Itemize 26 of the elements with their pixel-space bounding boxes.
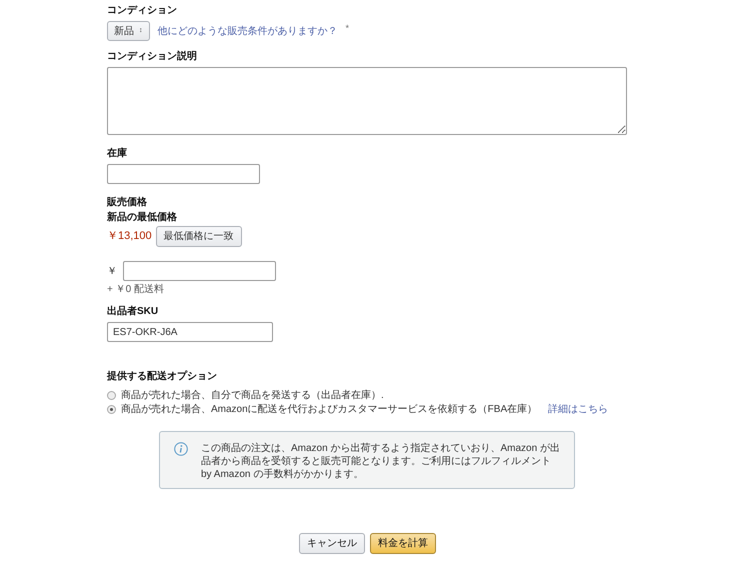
radio-label: 商品が売れた場合、Amazonに配送を代行およびカスタマーサービスを依頼する（FBA在庫） [121,403,538,416]
field-label: 在庫 [107,147,128,161]
radio-label: 商品が売れた場合、自分で商品を発送する（出品者在庫）. [121,389,384,402]
price-field[interactable] [123,261,276,281]
cancel-button[interactable]: キャンセル [299,533,365,554]
field-label: コンディション説明 [107,50,198,64]
required-mark: * [346,22,350,36]
shipping-fee: + ￥0 配送料 [107,283,165,296]
field-label: 販売価格 [107,196,148,210]
currency-symbol: ￥ [107,264,117,278]
match-price-button[interactable]: 最低価格に一致 [156,226,242,247]
field-label: 新品の最低価格 [107,211,178,225]
info-icon [174,442,188,456]
lowest-price: ￥13,100 [107,229,152,244]
details-link[interactable]: 詳細はこちら [548,403,608,416]
condition-note-field[interactable] [107,67,627,135]
stock-field[interactable] [107,164,260,184]
calculate-button[interactable]: 料金を計算 [370,533,436,554]
field-label: 提供する配送オプション [107,370,218,384]
help-link[interactable]: 他にどのような販売条件がありますか？ [158,24,338,38]
field-label: 出品者SKU [107,305,160,319]
sku-field[interactable]: ES7-OKR-J6A [107,322,273,342]
field-label: コンディション [107,4,178,18]
radio-button[interactable] [107,405,116,414]
radio-button[interactable] [107,391,116,400]
notice-text: この商品の注文は、Amazon から出荷するよう指定されていおり、Amazon が出品者から商品を受領すると販売可能となります。ご利用にはフルフィルメント by Amazon の手数料がかかります。 [201,442,561,481]
